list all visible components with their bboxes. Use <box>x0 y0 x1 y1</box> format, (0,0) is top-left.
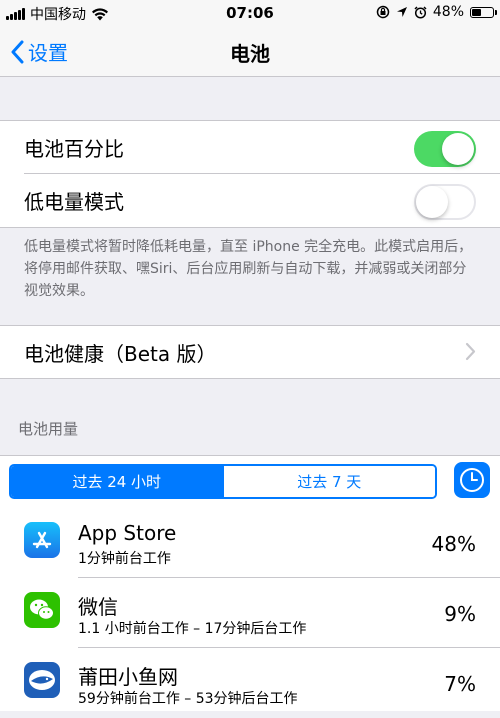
app-battery-percent: 48% <box>431 532 476 556</box>
app-name: App Store <box>78 521 177 545</box>
battery-usage-section-header: 电池用量 <box>18 420 79 438</box>
navigation-bar: 设置 电池 <box>0 26 500 77</box>
app-usage-row[interactable]: 微信 1.1 小时前台工作 – 17分钟后台工作 9% <box>0 578 500 648</box>
status-bar-right: 48% <box>376 4 497 20</box>
page-title: 电池 <box>230 42 270 66</box>
low-power-mode-label: 低电量模式 <box>24 190 124 214</box>
battery-health-group: 电池健康（Beta 版） <box>0 325 500 379</box>
app-usage-row[interactable]: App Store 1分钟前台工作 48% <box>0 508 500 578</box>
app-name: 微信 <box>78 595 118 619</box>
app-usage-detail: 1分钟前台工作 <box>78 551 171 567</box>
location-icon <box>396 7 407 17</box>
battery-percentage-label: 电池百分比 <box>24 137 124 161</box>
app-usage-detail: 1.1 小时前台工作 – 17分钟后台工作 <box>78 621 307 637</box>
app-usage-row[interactable]: 莆田小鱼网 59分钟前台工作 – 53分钟后台工作 7% <box>0 648 500 718</box>
orientation-lock-icon <box>376 5 390 19</box>
putian-xiaoyu-icon <box>24 662 60 698</box>
app-name: 莆田小鱼网 <box>78 665 178 689</box>
battery-fill <box>472 8 481 16</box>
activity-time-button[interactable] <box>454 462 490 498</box>
tab-last-7-days[interactable]: 过去 7 天 <box>222 466 435 497</box>
low-power-mode-description: 低电量模式将暂时降低耗电量，直至 iPhone 完全充电。此模式启用后，将停用邮… <box>24 239 473 299</box>
clock-icon <box>460 468 484 492</box>
battery-health-row[interactable]: 电池健康（Beta 版） <box>0 326 500 379</box>
battery-usage-panel: 过去 24 小时 过去 7 天 App Store 1分钟前台工作 48% 微信… <box>0 455 500 711</box>
chevron-right-icon <box>465 342 476 361</box>
wechat-icon <box>24 592 60 628</box>
time-range-segmented-control: 过去 24 小时 过去 7 天 <box>9 464 437 499</box>
app-usage-detail: 59分钟前台工作 – 53分钟后台工作 <box>78 691 298 707</box>
status-bar: 中国移动 07:06 48% <box>0 0 500 26</box>
alarm-icon <box>414 5 427 19</box>
tab-last-24-hours[interactable]: 过去 24 小时 <box>11 466 223 497</box>
battery-settings-group: 电池百分比 低电量模式 <box>0 120 500 228</box>
app-battery-percent: 7% <box>444 672 476 696</box>
app-store-icon <box>24 522 60 558</box>
battery-percentage: 48% <box>432 4 464 20</box>
toggle-knob <box>442 133 474 165</box>
battery-health-label: 电池健康（Beta 版） <box>24 342 217 366</box>
low-power-mode-toggle[interactable] <box>414 184 476 220</box>
low-power-mode-row: 低电量模式 <box>0 174 500 227</box>
battery-percentage-toggle[interactable] <box>414 131 476 167</box>
battery-icon <box>470 6 497 18</box>
app-battery-percent: 9% <box>444 602 476 626</box>
toggle-knob <box>416 186 448 218</box>
battery-percentage-row: 电池百分比 <box>0 121 500 174</box>
